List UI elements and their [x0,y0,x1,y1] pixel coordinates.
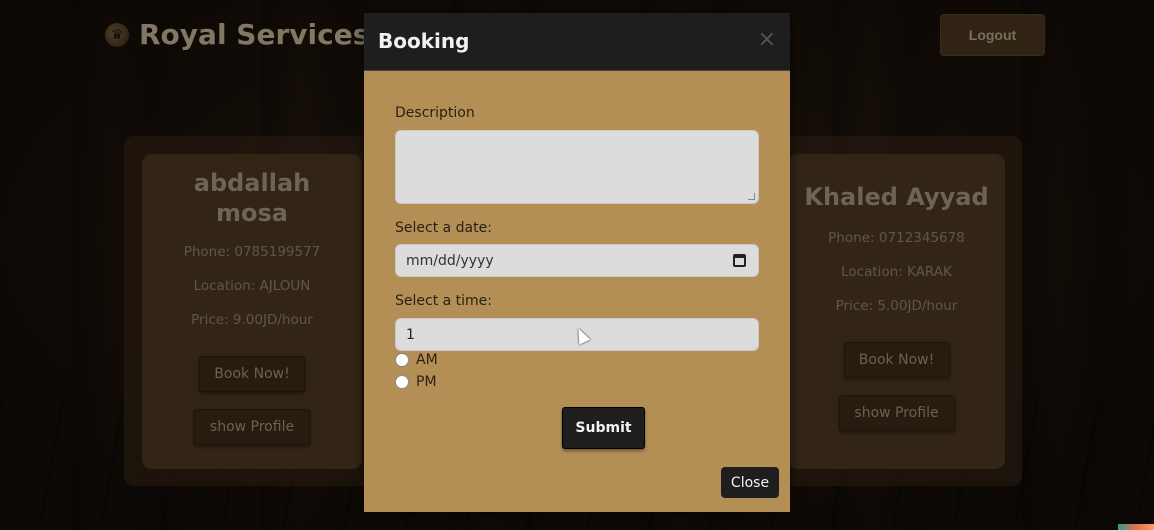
corner-badge [1118,524,1154,530]
close-button[interactable]: Close [721,467,779,498]
date-label: Select a date: [395,220,492,236]
pm-option[interactable]: PM [395,374,437,390]
date-placeholder: mm/dd/yyyy [406,252,494,269]
resize-grip-icon[interactable] [748,193,755,200]
pm-label: PM [416,374,437,390]
description-label: Description [395,105,475,121]
time-value: 1 [406,326,415,343]
submit-button[interactable]: Submit [562,407,645,449]
calendar-icon[interactable] [733,254,746,267]
date-input[interactable]: mm/dd/yyyy [395,244,759,277]
pm-radio[interactable] [395,375,409,389]
booking-modal: Booking × Description Select a date: mm/… [364,13,790,512]
modal-header: Booking × [364,13,790,71]
am-option[interactable]: AM [395,352,438,368]
modal-title: Booking [378,29,470,53]
close-icon[interactable]: × [758,29,776,51]
description-textarea[interactable] [395,130,759,204]
time-label: Select a time: [395,293,493,309]
am-label: AM [416,352,438,368]
am-radio[interactable] [395,353,409,367]
